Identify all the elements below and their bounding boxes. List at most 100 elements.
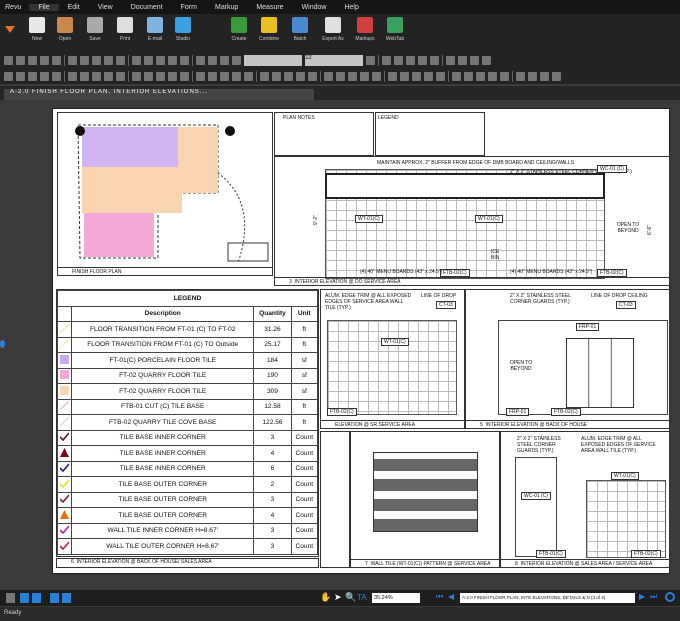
- document-tab[interactable]: A-2.0 FINISH FLOOR PLAN, INTERIOR ELEVAT…: [4, 89, 314, 100]
- tool-icon[interactable]: [348, 71, 357, 81]
- tool-icon[interactable]: [220, 71, 229, 81]
- menu-edit[interactable]: Edit: [59, 4, 89, 11]
- tool-icon[interactable]: [80, 71, 89, 81]
- print-button[interactable]: Print: [110, 17, 140, 42]
- tool-icon[interactable]: [482, 55, 491, 65]
- tool-icon[interactable]: [220, 55, 229, 65]
- tool-icon[interactable]: [232, 55, 241, 65]
- split-vertical-button[interactable]: [50, 593, 59, 603]
- page-selector[interactable]: A-2.0 FINISH FLOOR PLAN, INTE ELEVATIONS…: [460, 593, 635, 603]
- refresh-icon[interactable]: [665, 592, 675, 602]
- tool-icon[interactable]: [156, 55, 165, 65]
- tool-icon[interactable]: [168, 71, 177, 81]
- tool-icon[interactable]: [452, 71, 461, 81]
- tool-icon[interactable]: [394, 55, 403, 65]
- prev-page-icon[interactable]: ◀: [448, 592, 454, 601]
- tool-icon[interactable]: [244, 71, 253, 81]
- tool-icon[interactable]: [104, 71, 113, 81]
- tool-icon[interactable]: [92, 71, 101, 81]
- tool-icon[interactable]: [68, 71, 77, 81]
- tool-icon[interactable]: [412, 71, 421, 81]
- zoom-magnifier-icon[interactable]: 🔍: [345, 592, 356, 603]
- tool-icon[interactable]: [80, 55, 89, 65]
- tool-icon[interactable]: [16, 55, 25, 65]
- tool-icon[interactable]: [208, 71, 217, 81]
- tool-icon[interactable]: [40, 71, 49, 81]
- tool-icon[interactable]: [92, 55, 101, 65]
- tool-icon[interactable]: [458, 55, 467, 65]
- batch-button[interactable]: Batch: [285, 17, 315, 42]
- studio-button[interactable]: Studio: [168, 17, 198, 42]
- tool-icon[interactable]: [156, 71, 165, 81]
- next-page-icon[interactable]: ▶: [639, 592, 645, 601]
- tool-icon[interactable]: [272, 71, 281, 81]
- tool-icon[interactable]: [388, 71, 397, 81]
- tool-icon[interactable]: [296, 71, 305, 81]
- tool-icon[interactable]: [366, 55, 375, 65]
- menu-form[interactable]: Form: [172, 4, 206, 11]
- tool-icon[interactable]: [104, 55, 113, 65]
- menu-file[interactable]: File: [29, 3, 59, 11]
- tool-icon[interactable]: [552, 71, 561, 81]
- tool-icon[interactable]: [144, 55, 153, 65]
- first-page-icon[interactable]: ⏮: [436, 592, 443, 602]
- tool-icon[interactable]: [324, 71, 333, 81]
- split-horizontal-button[interactable]: [62, 593, 71, 603]
- menu-window[interactable]: Window: [293, 4, 336, 11]
- webtab-button[interactable]: WebTab: [380, 17, 410, 42]
- tool-icon[interactable]: [132, 71, 141, 81]
- combine-button[interactable]: Combine: [254, 17, 284, 42]
- open-button[interactable]: Open: [50, 17, 80, 42]
- tool-icon[interactable]: [208, 55, 217, 65]
- tool-icon[interactable]: [28, 71, 37, 81]
- tool-icon[interactable]: [528, 71, 537, 81]
- tool-icon[interactable]: [52, 55, 61, 65]
- tool-icon[interactable]: [500, 71, 509, 81]
- zoom-level-input[interactable]: 35.24%: [372, 593, 420, 603]
- pan-hand-icon[interactable]: ✋: [320, 592, 331, 603]
- tool-icon[interactable]: [436, 71, 445, 81]
- select-arrow-icon[interactable]: ➤: [334, 592, 342, 603]
- tool-icon[interactable]: [488, 71, 497, 81]
- tool-icon[interactable]: [52, 71, 61, 81]
- tool-icon[interactable]: [430, 55, 439, 65]
- tool-icon[interactable]: [446, 55, 455, 65]
- tool-icon[interactable]: [168, 55, 177, 65]
- tool-icon[interactable]: [372, 71, 381, 81]
- tool-icon[interactable]: [16, 71, 25, 81]
- quick-menu-icon[interactable]: [5, 26, 15, 33]
- tool-icon[interactable]: [470, 55, 479, 65]
- last-page-icon[interactable]: ⏭: [650, 592, 657, 602]
- menu-help[interactable]: Help: [335, 4, 367, 11]
- menu-document[interactable]: Document: [122, 4, 172, 11]
- tool-icon[interactable]: [308, 71, 317, 81]
- tool-icon[interactable]: [132, 55, 141, 65]
- tool-icon[interactable]: [116, 71, 125, 81]
- save-button[interactable]: Save: [80, 17, 110, 42]
- tool-icon[interactable]: [476, 71, 485, 81]
- tool-icon[interactable]: [28, 55, 37, 65]
- text-select-icon[interactable]: TA: [357, 593, 367, 602]
- tool-icon[interactable]: [196, 71, 205, 81]
- tool-icon[interactable]: [424, 71, 433, 81]
- menu-markup[interactable]: Markup: [206, 4, 247, 11]
- continuous-button[interactable]: [32, 593, 41, 603]
- tool-icon[interactable]: [4, 55, 13, 65]
- tool-icon[interactable]: [418, 55, 427, 65]
- tool-icon[interactable]: [180, 55, 189, 65]
- tool-icon[interactable]: [180, 71, 189, 81]
- single-page-button[interactable]: [20, 593, 29, 603]
- tool-icon[interactable]: [464, 71, 473, 81]
- thumbnail-button[interactable]: [6, 593, 15, 603]
- tool-icon[interactable]: [540, 71, 549, 81]
- tool-icon[interactable]: [68, 55, 77, 65]
- tool-icon[interactable]: [144, 71, 153, 81]
- tool-icon[interactable]: [284, 71, 293, 81]
- tool-icon[interactable]: [382, 55, 391, 65]
- font-family-select[interactable]: [244, 54, 302, 66]
- font-size-select[interactable]: 12: [305, 54, 363, 66]
- tool-icon[interactable]: [406, 55, 415, 65]
- tool-icon[interactable]: [40, 55, 49, 65]
- create-button[interactable]: Create: [224, 17, 254, 42]
- tool-icon[interactable]: [4, 71, 13, 81]
